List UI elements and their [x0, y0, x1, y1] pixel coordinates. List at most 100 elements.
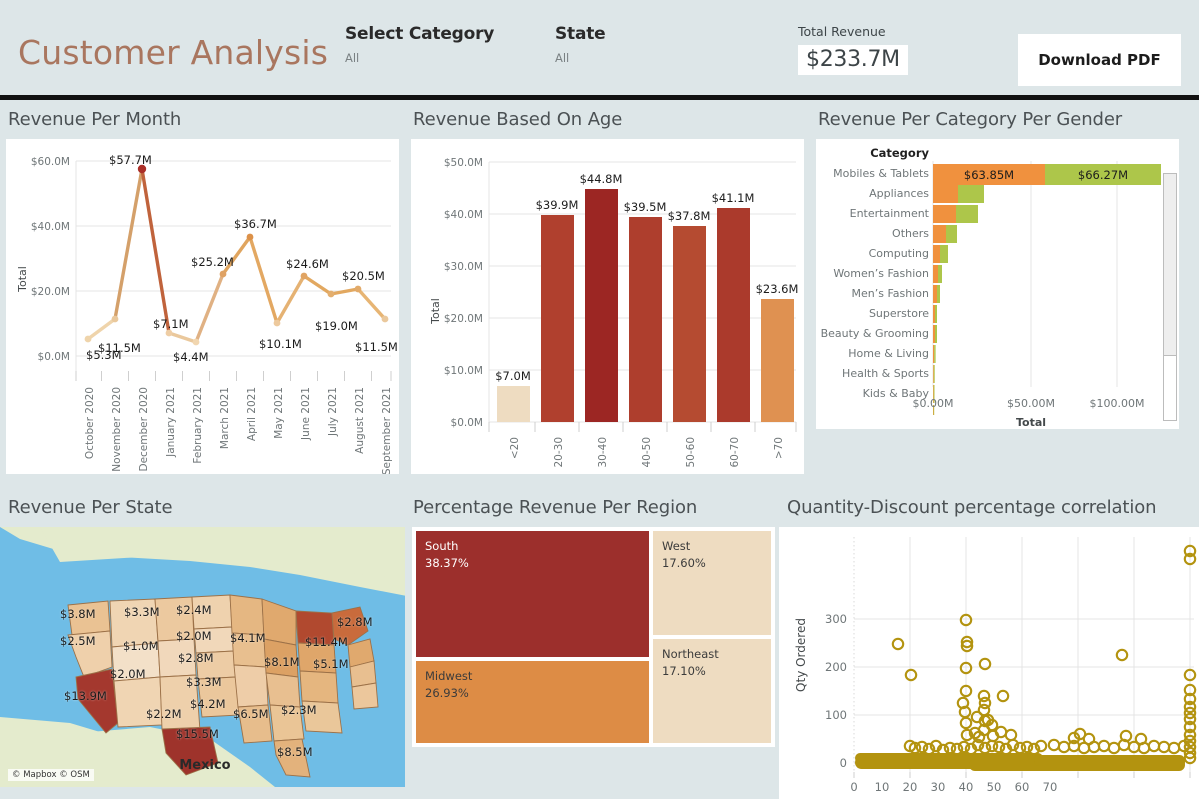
svg-text:$40.0M: $40.0M: [444, 209, 483, 221]
svg-text:$25.2M: $25.2M: [191, 255, 234, 269]
svg-text:December 2020: December 2020: [138, 387, 150, 472]
svg-text:50: 50: [987, 780, 1002, 794]
treemap-cell-south[interactable]: South 38.37%: [414, 529, 651, 659]
svg-text:0: 0: [840, 756, 847, 770]
svg-text:$30.0M: $30.0M: [444, 261, 483, 273]
chart-revenue-per-month[interactable]: $60.0M $40.0M $20.0M $0.0M Total $5.3M $…: [6, 139, 399, 475]
svg-text:Health & Sports: Health & Sports: [842, 367, 929, 380]
svg-text:$19.0M: $19.0M: [315, 319, 358, 333]
svg-text:40-50: 40-50: [641, 437, 653, 468]
svg-text:Total: Total: [429, 298, 442, 325]
svg-text:Superstore: Superstore: [869, 307, 929, 320]
dashboard-header: Customer Analysis Select Category All St…: [0, 0, 1199, 100]
category-stacked-bars: [933, 164, 1161, 415]
svg-text:October 2020: October 2020: [84, 387, 96, 459]
svg-text:$100.00M: $100.00M: [1090, 397, 1145, 410]
svg-text:Total: Total: [1016, 416, 1046, 429]
svg-text:60-70: 60-70: [729, 437, 741, 468]
chart-revenue-per-category[interactable]: Category Mobiles & Tablets Appliances En…: [816, 139, 1179, 429]
svg-text:100: 100: [825, 708, 847, 722]
filter-select-category[interactable]: Select Category All: [345, 24, 494, 65]
treemap-cell-south-value: 38.37%: [425, 555, 469, 570]
svg-text:Mobiles & Tablets: Mobiles & Tablets: [833, 167, 929, 180]
category-gender-svg: Category Mobiles & Tablets Appliances En…: [821, 146, 1161, 429]
panel-revenue-based-on-age: Revenue Based On Age $50.0M $40.0M $30.0…: [405, 100, 810, 480]
svg-text:April 2021: April 2021: [246, 387, 258, 441]
svg-text:November 2020: November 2020: [111, 387, 123, 472]
panel-revenue-per-state-title: Revenue Per State: [8, 497, 173, 518]
treemap-cell-west-value: 17.60%: [662, 555, 706, 570]
svg-text:70: 70: [1043, 780, 1058, 794]
category-vertical-scrollbar[interactable]: [1163, 173, 1177, 421]
chart-revenue-based-on-age[interactable]: $50.0M $40.0M $30.0M $20.0M $10.0M $0.0M…: [411, 139, 804, 474]
panel-revenue-per-month-title: Revenue Per Month: [8, 109, 182, 130]
treemap-cell-northeast[interactable]: Northeast 17.10%: [651, 637, 773, 745]
treemap-cell-northeast-name: Northeast: [662, 647, 719, 661]
svg-text:300: 300: [825, 612, 847, 626]
svg-text:$20.0M: $20.0M: [31, 286, 70, 298]
panel-percentage-revenue-per-region: Percentage Revenue Per Region South 38.3…: [405, 488, 782, 799]
svg-text:$36.7M: $36.7M: [234, 217, 277, 231]
svg-text:$39.5M: $39.5M: [624, 200, 667, 214]
filter-select-category-label: Select Category: [345, 24, 495, 44]
svg-text:$66.27M: $66.27M: [1078, 168, 1128, 182]
svg-text:$50.0M: $50.0M: [444, 157, 483, 169]
revenue-based-on-age-svg: $50.0M $40.0M $30.0M $20.0M $10.0M $0.0M…: [429, 157, 798, 468]
svg-text:20: 20: [903, 780, 918, 794]
svg-text:$39.9M: $39.9M: [536, 198, 579, 212]
svg-text:March 2021: March 2021: [219, 387, 231, 449]
svg-text:$7.1M: $7.1M: [153, 317, 189, 331]
svg-text:30: 30: [931, 780, 946, 794]
svg-text:Computing: Computing: [869, 247, 929, 260]
svg-text:Total: Total: [16, 266, 29, 293]
map-revenue-per-state[interactable]: Mexico $3.8M $3.3M $2.4M $2.5M $1.0M $2.…: [0, 527, 412, 787]
svg-text:Home & Living: Home & Living: [848, 347, 929, 360]
svg-text:$0.0M: $0.0M: [38, 351, 70, 363]
treemap-cell-midwest[interactable]: Midwest 26.93%: [414, 659, 651, 745]
svg-text:$40.0M: $40.0M: [31, 221, 70, 233]
svg-text:60: 60: [1015, 780, 1030, 794]
chart-quantity-discount-scatter[interactable]: 300 200 100 0 Qty Ordered 0 10 20 30 40 …: [779, 527, 1199, 799]
svg-text:$20.0M: $20.0M: [444, 313, 483, 325]
scatter-svg: 300 200 100 0 Qty Ordered [data-name="sc…: [794, 537, 1197, 794]
svg-text:Category: Category: [870, 146, 929, 160]
svg-text:September 2021: September 2021: [381, 387, 393, 474]
filter-state-value: All: [555, 51, 570, 65]
svg-text:$50.00M: $50.00M: [1007, 397, 1055, 410]
scatter-points: [855, 544, 1197, 771]
category-scrollbar-thumb[interactable]: [1164, 174, 1176, 356]
panel-quantity-discount-correlation-title: Quantity-Discount percentage correlation: [787, 497, 1157, 518]
download-pdf-button[interactable]: Download PDF: [1018, 34, 1181, 86]
filter-state[interactable]: State All: [555, 24, 606, 65]
svg-text:$63.85M: $63.85M: [964, 168, 1014, 182]
treemap-cell-midwest-name: Midwest: [425, 669, 473, 683]
kpi-total-revenue: Total Revenue $233.7M: [798, 24, 908, 75]
treemap-cell-west[interactable]: West 17.60%: [651, 529, 773, 637]
svg-text:20-30: 20-30: [553, 437, 565, 468]
page-title: Customer Analysis: [18, 33, 329, 72]
dashboard-root: Customer Analysis Select Category All St…: [0, 0, 1199, 799]
panel-quantity-discount-correlation: Quantity-Discount percentage correlation…: [779, 488, 1199, 799]
treemap-cell-west-name: West: [662, 539, 691, 553]
panel-revenue-per-category-per-gender: Revenue Per Category Per Gender Category…: [810, 100, 1199, 480]
svg-text:$11.5M: $11.5M: [98, 341, 141, 355]
revenue-per-month-svg: $60.0M $40.0M $20.0M $0.0M Total $5.3M $…: [16, 153, 398, 475]
kpi-total-revenue-value: $233.7M: [798, 45, 908, 75]
svg-text:August 2021: August 2021: [354, 387, 366, 454]
svg-text:$37.8M: $37.8M: [668, 209, 711, 223]
svg-text:February 2021: February 2021: [192, 387, 204, 464]
kpi-total-revenue-label: Total Revenue: [798, 24, 886, 39]
svg-text:July 2021: July 2021: [327, 387, 339, 437]
svg-text:Others: Others: [892, 227, 929, 240]
svg-text:Entertainment: Entertainment: [850, 207, 930, 220]
filter-select-category-value: All: [345, 51, 360, 65]
svg-text:$44.8M: $44.8M: [580, 172, 623, 186]
svg-text:$57.7M: $57.7M: [109, 153, 152, 167]
treemap-percentage-revenue-per-region[interactable]: South 38.37% Midwest 26.93% West 17.60% …: [412, 527, 775, 747]
svg-text:$11.5M: $11.5M: [355, 340, 398, 354]
svg-text:$10.1M: $10.1M: [259, 337, 302, 351]
treemap-cell-south-name: South: [425, 539, 459, 553]
age-bars: [497, 189, 794, 422]
svg-text:$24.6M: $24.6M: [286, 257, 329, 271]
svg-text:>70: >70: [773, 437, 785, 459]
